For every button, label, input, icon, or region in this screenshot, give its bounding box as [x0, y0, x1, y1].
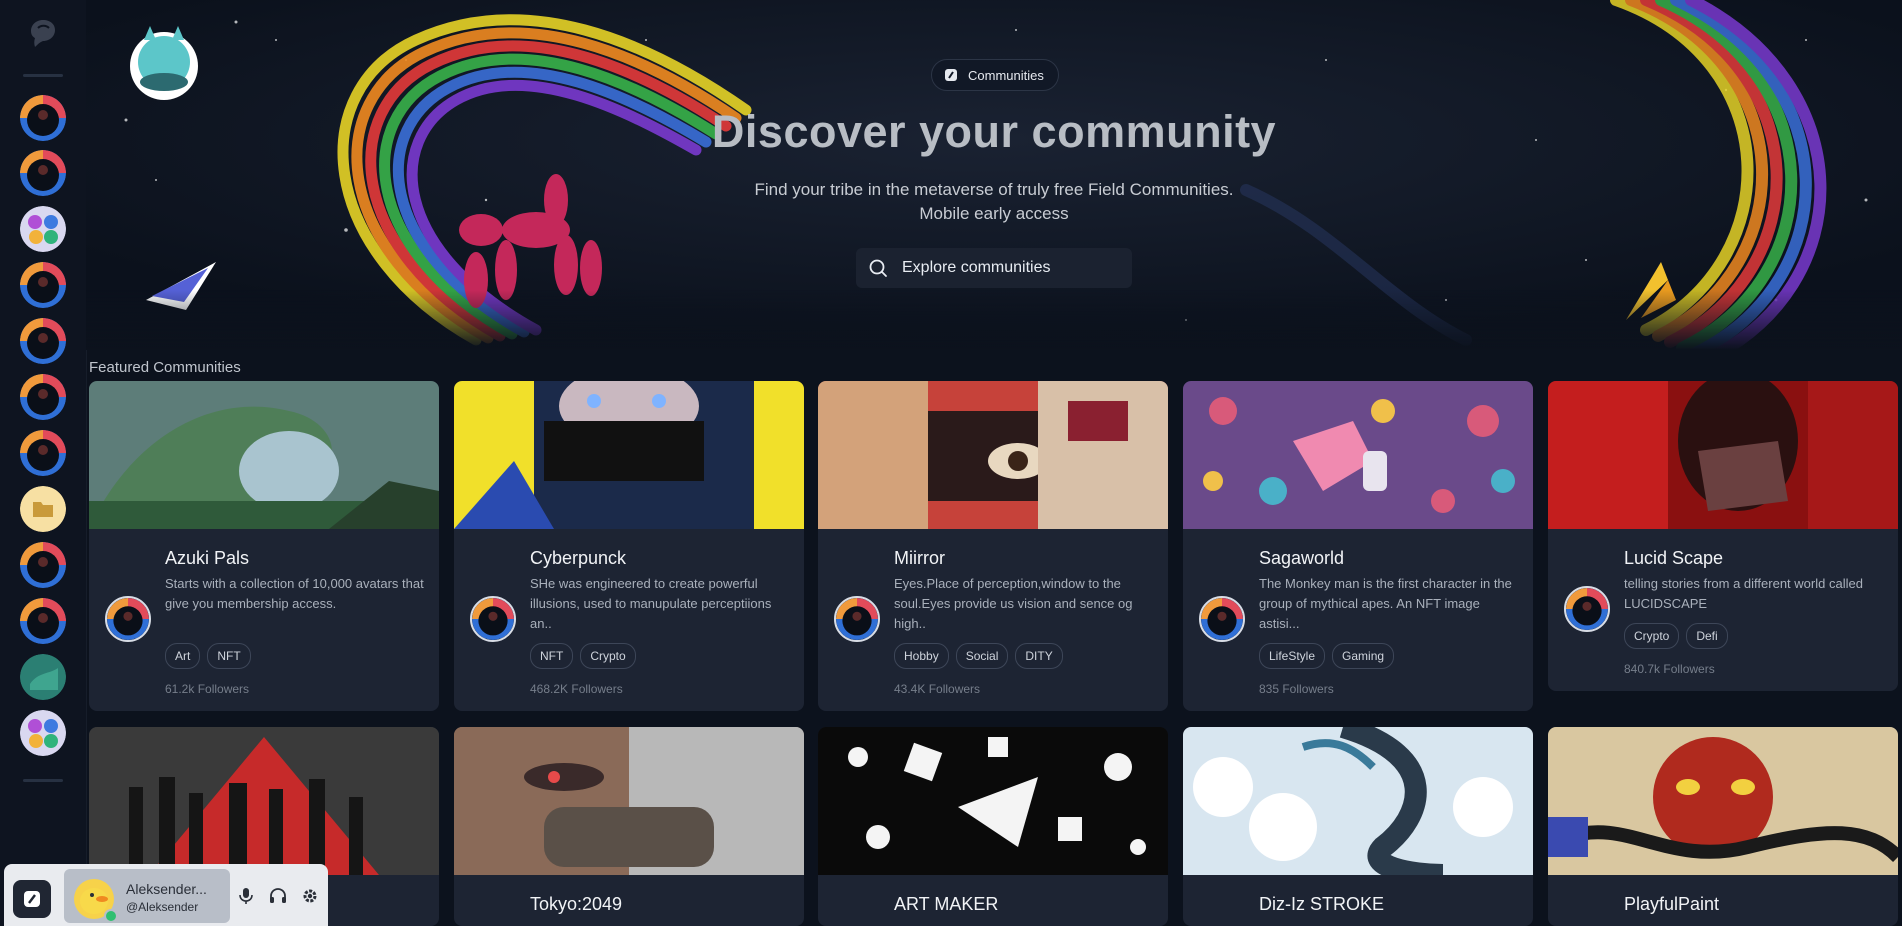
online-status-dot	[104, 909, 118, 923]
sidebar-item-community-avatar-1[interactable]	[20, 95, 66, 141]
sidebar-item-community-avatar-11[interactable]	[20, 710, 66, 756]
tag-list: NFT Crypto	[530, 643, 636, 669]
field-logo-icon	[945, 69, 957, 81]
section-title: Featured Communities	[89, 359, 241, 376]
communities-pill[interactable]: Communities	[931, 59, 1059, 91]
sidebar-item-community-avatar-8[interactable]	[20, 542, 66, 588]
tag-chip[interactable]: Art	[165, 643, 201, 669]
community-banner	[89, 381, 439, 529]
followers-count: 468.2K Followers	[530, 682, 623, 696]
tag-list: Art NFT	[165, 643, 251, 669]
community-card[interactable]: Diz-Iz STROKE	[1183, 727, 1533, 926]
tag-chip[interactable]: Crypto	[580, 643, 636, 669]
community-name: Sagaworld	[1259, 548, 1345, 568]
community-description: Starts with a collection of 10,000 avata…	[165, 576, 424, 611]
tag-chip[interactable]: DITY	[1015, 643, 1063, 669]
hero-banner: Communities Discover your community Find…	[86, 0, 1902, 350]
tag-list: LifeStyle Gaming	[1259, 643, 1395, 669]
gear-icon[interactable]	[300, 886, 320, 906]
avatar	[834, 596, 880, 642]
field-logo-icon	[24, 891, 40, 907]
community-description: The Monkey man is the first character in…	[1259, 576, 1512, 631]
community-card[interactable]: Cyberpunck SHe was engineered to create p…	[454, 381, 804, 711]
sidebar-item-community-avatar-2[interactable]	[20, 150, 66, 196]
community-name: Cyberpunck	[530, 548, 627, 568]
community-card[interactable]: Miirror Eyes.Place of perception,window t…	[818, 381, 1168, 711]
sidebar-divider	[23, 74, 63, 77]
microphone-icon[interactable]	[236, 886, 256, 906]
user-handle: @Aleksender	[126, 900, 199, 914]
page-title: Discover your community	[711, 106, 1277, 157]
hero-subtitle: Find your tribe in the metaverse of trul…	[86, 178, 1902, 226]
search-icon	[869, 259, 887, 277]
followers-count: 835 Followers	[1259, 682, 1334, 696]
community-banner	[1183, 727, 1533, 875]
followers-count: 840.7k Followers	[1624, 662, 1715, 676]
sidebar-divider	[23, 779, 63, 782]
community-description: Eyes.Place of perception,window to the s…	[894, 576, 1133, 631]
community-name: Lucid Scape	[1624, 548, 1724, 568]
community-name: ART MAKER	[894, 894, 999, 914]
sidebar-item-community-avatar-10[interactable]	[20, 654, 66, 700]
community-description: telling stories from a different world c…	[1624, 576, 1863, 611]
pill-label: Communities	[968, 67, 1044, 83]
tag-chip[interactable]: Hobby	[894, 643, 949, 669]
tag-chip[interactable]: Crypto	[1624, 623, 1680, 649]
field-app-button[interactable]	[13, 880, 51, 918]
followers-count: 43.4K Followers	[894, 682, 981, 696]
community-banner	[1548, 381, 1898, 529]
hero-subtitle-line2: Mobile early access	[919, 204, 1069, 223]
avatar	[1564, 586, 1610, 632]
community-name: Miirror	[894, 548, 945, 568]
user-bar: Aleksender... @Aleksender	[4, 864, 328, 926]
community-card[interactable]: ART MAKER	[818, 727, 1168, 926]
sidebar-item-community-avatar-3[interactable]	[20, 206, 66, 252]
community-banner	[1183, 381, 1533, 529]
headphones-icon[interactable]	[268, 886, 288, 906]
community-banner	[89, 727, 439, 875]
search-placeholder: Explore communities	[902, 259, 1051, 276]
sidebar-item-community-avatar-5[interactable]	[20, 318, 66, 364]
community-banner	[454, 727, 804, 875]
community-banner	[1548, 727, 1898, 875]
avatar	[470, 596, 516, 642]
community-card[interactable]: Sagaworld The Monkey man is the first cha…	[1183, 381, 1533, 711]
avatar	[1199, 596, 1245, 642]
community-description: SHe was engineered to create powerful il…	[530, 576, 772, 631]
sidebar-item-community-avatar-7[interactable]	[20, 430, 66, 476]
community-card[interactable]: Tokyo:2049	[454, 727, 804, 926]
tag-chip[interactable]: Gaming	[1332, 643, 1395, 669]
user-profile[interactable]: Aleksender... @Aleksender	[64, 869, 230, 923]
sidebar-item-community-avatar-6[interactable]	[20, 374, 66, 420]
sidebar-item-community-avatar-9[interactable]	[20, 598, 66, 644]
tag-chip[interactable]: Social	[955, 643, 1009, 669]
community-card[interactable]: Lucid Scape telling stories from a differ…	[1548, 381, 1898, 691]
tag-chip[interactable]: LifeStyle	[1259, 643, 1326, 669]
hero-fade	[86, 290, 1902, 350]
tag-list: Crypto Defi	[1624, 623, 1728, 649]
community-banner	[818, 381, 1168, 529]
field-logo-icon[interactable]	[24, 16, 62, 54]
community-card[interactable]: Azuki Pals Starts with a collection of 10…	[89, 381, 439, 711]
avatar	[105, 596, 151, 642]
community-name: Azuki Pals	[165, 548, 250, 568]
sidebar-item-community-avatar-4[interactable]	[20, 262, 66, 308]
community-name: PlayfulPaint	[1624, 894, 1720, 914]
tag-list: Hobby Social DITY	[894, 643, 1063, 669]
community-banner	[818, 727, 1168, 875]
community-name: Tokyo:2049	[530, 894, 623, 914]
community-banner	[454, 381, 804, 529]
community-name: Diz-Iz STROKE	[1259, 894, 1385, 914]
tag-chip[interactable]: NFT	[530, 643, 574, 669]
community-card[interactable]: PlayfulPaint	[1548, 727, 1898, 926]
followers-count: 61.2k Followers	[165, 682, 250, 696]
search-input[interactable]: Explore communities	[856, 248, 1132, 288]
tag-chip[interactable]: Defi	[1686, 623, 1728, 649]
folder-icon[interactable]	[20, 486, 66, 532]
hero-subtitle-line1: Find your tribe in the metaverse of trul…	[754, 180, 1234, 199]
tag-chip[interactable]: NFT	[207, 643, 251, 669]
user-name: Aleksender...	[126, 881, 207, 897]
sidebar	[0, 0, 87, 926]
